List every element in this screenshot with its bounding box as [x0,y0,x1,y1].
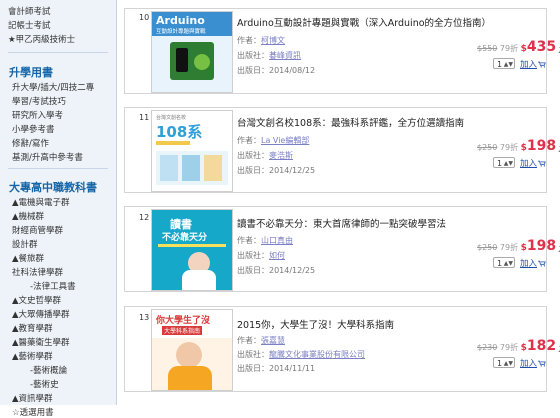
sidebar-section-title[interactable]: 升學用書 [9,64,53,80]
book-publisher: 出版社：碁峰資訊 [237,51,301,60]
cart-icon [538,360,546,367]
sidebar-item[interactable]: ▲教育學群 [12,322,53,334]
book-date: 出版日：2014/08/12 [237,66,316,75]
book-title[interactable]: 台灣文創名校108系：最強科系評鑑，全方位選讀指南 [237,115,464,129]
add-to-cart-button[interactable]: 加入 [520,58,546,70]
book-card: 11 台灣文創名校 108系 台灣文創名校108系：最強科系評鑑，全方位選讀指南… [124,107,560,193]
book-author: 作者：張嘉慧 [237,336,285,345]
sidebar-item[interactable]: 研究所入學考 [12,109,63,121]
book-rank: 11 [139,113,150,122]
book-cover[interactable]: 台灣文創名校 108系 [151,110,233,192]
cart-icon [538,61,546,68]
cart-icon [538,160,546,167]
author-link[interactable]: 柯博文 [261,36,285,45]
book-publisher: 出版社：如何 [237,251,285,260]
sidebar-item[interactable]: ▲醫藥衛生學群 [12,336,70,348]
quantity-select[interactable]: 1 ▲▼ [493,357,515,368]
quantity-select[interactable]: 1 ▲▼ [493,58,515,69]
sidebar-item[interactable]: ▲資訊學群 [12,392,53,404]
sidebar-item[interactable]: ☆透選用書 [12,406,54,418]
book-card: 10 Arduino 互動設計專題與實戰 Arduino互動設計專題與實戰（深入… [124,8,560,94]
book-cover[interactable]: 你大學生了沒 大學科系指南 [151,309,233,391]
book-rank: 13 [139,313,150,322]
sidebar-link-accountant[interactable]: 會計師考試 [8,5,51,17]
book-publisher: 出版社：龍騰文化事業股份有限公司 [237,350,365,359]
sidebar-subitem[interactable]: -藝術概論 [30,364,67,376]
sidebar-item[interactable]: 修辭/寫作 [12,137,49,149]
book-cover[interactable]: Arduino 互動設計專題與實戰 [151,11,233,93]
sidebar-item[interactable]: ▲餐旅群 [12,252,44,264]
book-cover[interactable]: 讀書 不必靠天分 [151,209,233,291]
book-publisher: 出版社：麥浩斯 [237,151,293,160]
book-title[interactable]: 2015你，大學生了沒！大學科系指南 [237,317,394,331]
sidebar-link-technician[interactable]: ★甲乙丙級技術士 [8,33,75,45]
book-author: 作者：La Vie編輯部 [237,136,310,145]
sidebar-item[interactable]: 設計群 [12,238,38,250]
book-title[interactable]: 讀書不必靠天分：東大首席律師的一點突破學習法 [237,216,446,230]
sidebar-divider [8,168,108,169]
sidebar-item[interactable]: 學習/考試技巧 [12,95,66,107]
quantity-select[interactable]: 1 ▲▼ [493,157,515,168]
sidebar-item[interactable]: ▲大眾傳播學群 [12,308,70,320]
book-price: $230 79折 $182 元 [477,338,560,354]
book-date: 出版日：2014/12/25 [237,266,316,275]
publisher-link[interactable]: 麥浩斯 [269,151,293,160]
sidebar-item[interactable]: 升大學/插大/四技二專 [12,81,94,93]
cart-icon [538,260,546,267]
author-link[interactable]: 張嘉慧 [261,336,285,345]
book-date: 出版日：2014/12/25 [237,166,316,175]
book-price: $250 79折 $198 元 [477,138,560,154]
quantity-select[interactable]: 1 ▲▼ [493,257,515,268]
book-author: 作者：柯博文 [237,36,285,45]
book-card: 12 讀書 不必靠天分 讀書不必靠天分：東大首席律師的一點突破學習法 作者：山口… [124,206,560,292]
add-to-cart-button[interactable]: 加入 [520,357,546,369]
sidebar-item[interactable]: ▲文史哲學群 [12,294,61,306]
sidebar-item[interactable]: ▲機械群 [12,210,44,222]
sidebar-section-title[interactable]: 大專高中職教科書 [9,179,97,195]
author-link[interactable]: 山口真由 [261,236,293,245]
publisher-link[interactable]: 如何 [269,251,285,260]
book-card: 13 你大學生了沒 大學科系指南 2015你，大學生了沒！大學科系指南 作者：張… [124,306,560,392]
book-price: $550 79折 $435 元 [477,39,560,55]
add-to-cart-button[interactable]: 加入 [520,157,546,169]
book-title[interactable]: Arduino互動設計專題與實戰（深入Arduino的全方位指南） [237,15,491,29]
sidebar-item[interactable]: 財經商管學群 [12,224,63,236]
category-sidebar: 會計師考試 記帳士考試 ★甲乙丙級技術士 升學用書 升大學/插大/四技二專 學習… [0,0,117,418]
publisher-link[interactable]: 龍騰文化事業股份有限公司 [269,350,365,359]
author-link[interactable]: La Vie編輯部 [261,136,309,145]
book-rank: 10 [139,13,150,22]
book-price: $250 79折 $198 元 [477,238,560,254]
sidebar-item[interactable]: 社科法律學群 [12,266,63,278]
add-to-cart-button[interactable]: 加入 [520,257,546,269]
sidebar-item[interactable]: ▲藝術學群 [12,350,53,362]
book-list: 10 Arduino 互動設計專題與實戰 Arduino互動設計專題與實戰（深入… [120,0,560,405]
sidebar-subitem[interactable]: -法律工具書 [30,280,76,292]
sidebar-divider [8,52,108,53]
book-author: 作者：山口真由 [237,236,293,245]
sidebar-link-bookkeeper[interactable]: 記帳士考試 [8,19,51,31]
sidebar-subitem[interactable]: -藝術史 [30,378,59,390]
sidebar-item[interactable]: ▲電機與電子群 [12,196,70,208]
publisher-link[interactable]: 碁峰資訊 [269,51,301,60]
sidebar-item[interactable]: 基測/升高中參考書 [12,151,83,163]
sidebar-item[interactable]: 小學參考書 [12,123,55,135]
book-rank: 12 [139,213,150,222]
book-date: 出版日：2014/11/11 [237,364,316,373]
